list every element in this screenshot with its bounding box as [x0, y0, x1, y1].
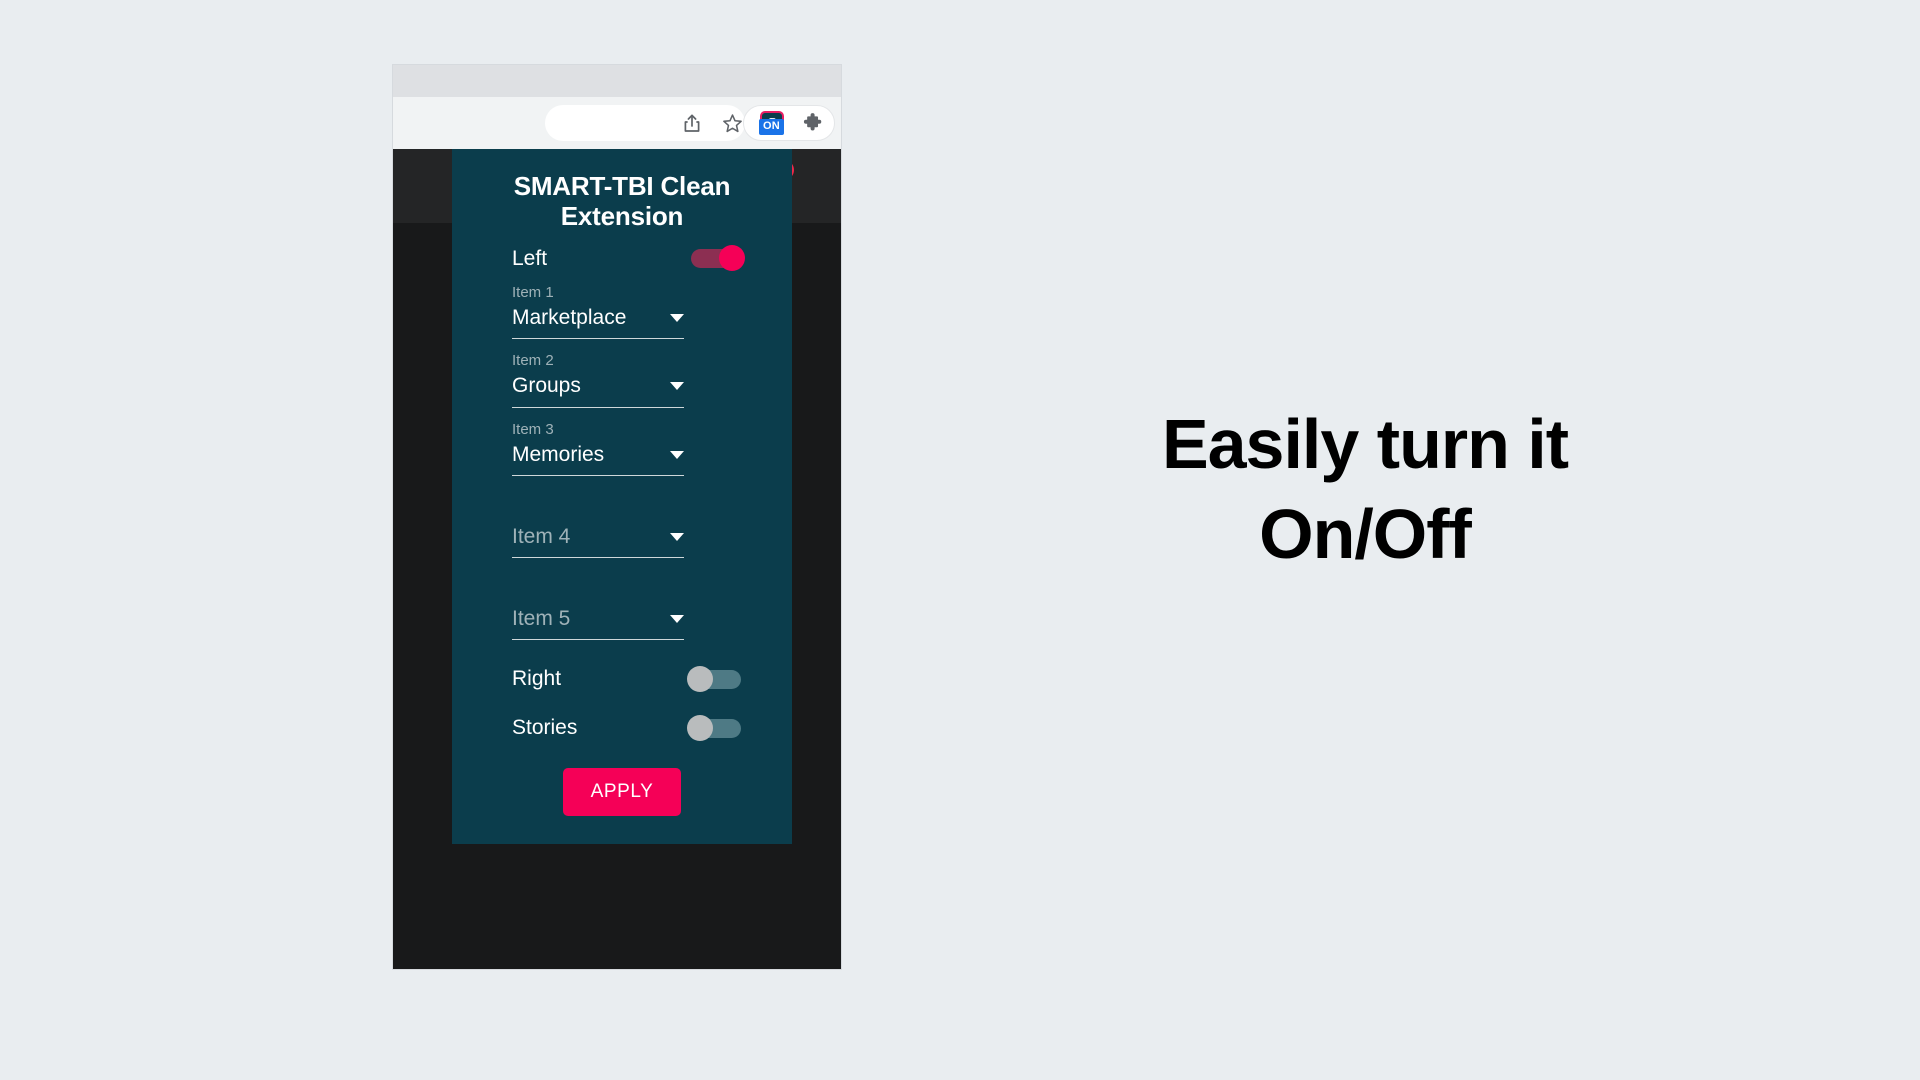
chevron-down-icon	[670, 615, 684, 624]
toggle-label-left: Left	[512, 246, 548, 270]
toggle-knob	[719, 245, 745, 272]
select-item-1[interactable]: Marketplace	[512, 305, 684, 340]
bookmark-button[interactable]	[713, 104, 751, 142]
share-button[interactable]	[673, 104, 711, 142]
toggle-row-left: Left	[452, 245, 792, 272]
toggle-knob	[687, 715, 713, 742]
extension-on-badge: ON	[759, 119, 784, 135]
select-value-item-2: Groups	[512, 374, 581, 398]
chevron-down-icon	[670, 314, 684, 323]
browser-toolbar: S ON	[393, 97, 841, 149]
puzzle-icon	[802, 112, 823, 134]
select-value-item-4: Item 4	[512, 524, 571, 548]
select-value-item-1: Marketplace	[512, 306, 627, 329]
browser-window: S ON	[392, 64, 842, 970]
star-icon	[722, 113, 743, 134]
tagline-line-2: On/Off	[1259, 494, 1472, 573]
select-value-item-5: Item 5	[512, 607, 571, 630]
field-item-3: Item 3 Memories	[452, 420, 792, 476]
field-label-item-3: Item 3	[512, 420, 554, 438]
select-item-2[interactable]: Groups	[512, 373, 684, 408]
toggle-switch-stories[interactable]	[687, 715, 745, 742]
tab-strip	[393, 65, 841, 97]
toggle-knob	[687, 665, 713, 692]
extension-popup: SMART-TBI Clean Extension Left Item 1 Ma…	[452, 149, 792, 844]
field-item-5: Item 5	[452, 584, 792, 641]
apply-button[interactable]: APPLY	[562, 767, 682, 816]
select-value-item-3: Memories	[512, 442, 605, 466]
share-icon	[682, 113, 702, 134]
extension-icon-button[interactable]: S ON	[753, 104, 791, 142]
select-item-5[interactable]: Item 5	[512, 606, 684, 641]
field-label-item-5	[512, 584, 732, 604]
toggle-row-stories: Stories	[452, 715, 792, 742]
popup-title: SMART-TBI Clean Extension	[513, 171, 731, 232]
select-item-3[interactable]: Memories	[512, 442, 684, 476]
toggle-label-right: Right	[512, 667, 562, 691]
field-label-item-2: Item 2	[512, 352, 554, 370]
field-label-item-4	[512, 502, 732, 522]
field-item-1: Item 1 Marketplace	[452, 283, 792, 340]
extensions-menu-button[interactable]	[793, 104, 831, 142]
toggle-row-right: Right	[452, 665, 792, 692]
tagline-line-1: Easily turn it	[1161, 405, 1569, 483]
chevron-down-icon	[670, 382, 684, 391]
chevron-down-icon	[670, 450, 684, 459]
select-item-4[interactable]: Item 4	[512, 524, 684, 558]
toggle-label-stories: Stories	[512, 716, 578, 740]
tagline: Easily turn it On/Off	[1090, 400, 1640, 579]
field-item-4: Item 4	[452, 502, 792, 558]
field-item-2: Item 2 Groups	[452, 351, 792, 408]
field-label-item-1: Item 1	[512, 284, 554, 301]
chevron-down-icon	[670, 532, 684, 541]
apply-button-container: APPLY	[452, 767, 792, 816]
toggle-switch-right[interactable]	[687, 665, 745, 692]
toggle-switch-left[interactable]	[687, 245, 745, 272]
